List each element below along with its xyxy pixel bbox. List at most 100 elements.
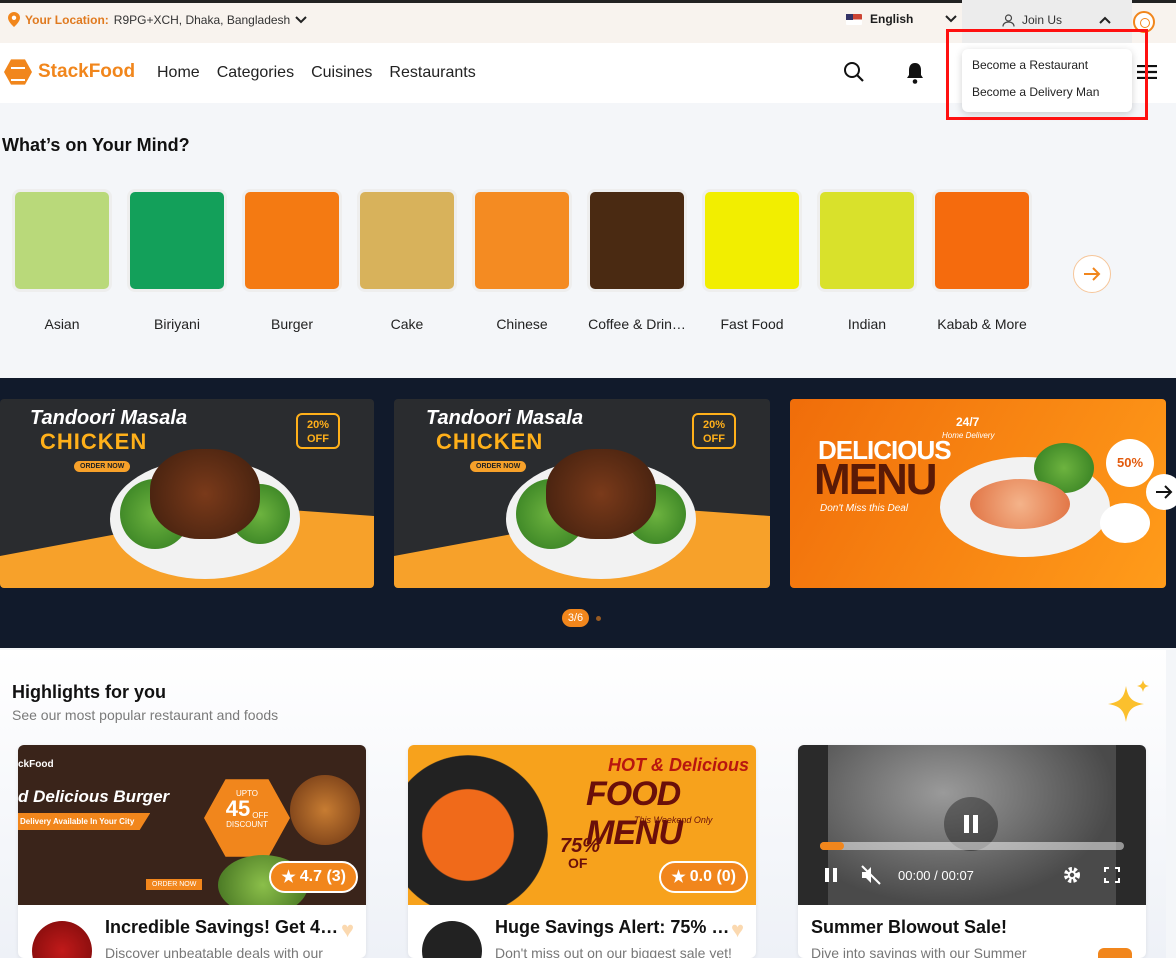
banner-tandoori-2[interactable]: Tandoori Masala CHICKEN ORDER NOW 20% OF… bbox=[394, 399, 770, 588]
card-description: Don't miss out on our biggest sale yet! bbox=[495, 945, 732, 958]
card-description: Discover unbeatable deals with our bbox=[105, 945, 323, 958]
banner-delicious-menu[interactable]: DELICIOUS MENU Don't Miss this Deal 24/7… bbox=[790, 399, 1166, 588]
category-image bbox=[242, 189, 342, 292]
category-name: Chinese bbox=[496, 316, 548, 332]
highlight-card-1[interactable]: ckFood d Delicious Burger Delivery Avail… bbox=[18, 745, 366, 958]
video-mute-button[interactable] bbox=[860, 865, 882, 890]
card-ribbon: Delivery Available In Your City bbox=[18, 813, 151, 830]
card-headline: d Delicious Burger bbox=[18, 787, 170, 806]
restaurant-avatar bbox=[422, 921, 482, 958]
category-name: Burger bbox=[270, 316, 314, 332]
banner-headline: CHICKEN bbox=[436, 429, 544, 454]
banner-headline-2: MENU bbox=[814, 455, 938, 504]
category-image bbox=[357, 189, 457, 292]
banner-badge: 50% bbox=[1106, 439, 1154, 487]
category-name: Kabab & More bbox=[937, 316, 1027, 332]
video-player[interactable]: 00:00 / 00:07 bbox=[798, 745, 1146, 905]
badge-off: OFF bbox=[252, 811, 269, 820]
rating-badge: ★ 0.0 (0) bbox=[659, 861, 748, 893]
rating-badge: ★ 4.7 (3) bbox=[269, 861, 358, 893]
rating-value: 4.7 (3) bbox=[299, 868, 346, 885]
category-cake[interactable]: Cake bbox=[357, 189, 457, 332]
categories-next-button[interactable] bbox=[1073, 255, 1111, 293]
pause-icon bbox=[825, 868, 837, 882]
highlight-card-3[interactable]: 00:00 / 00:07 Summer Blowout Sale! Dive … bbox=[798, 745, 1146, 958]
category-image bbox=[932, 189, 1032, 292]
video-fullscreen-button[interactable] bbox=[1104, 867, 1120, 888]
nav-item-cuisines[interactable]: Cuisines bbox=[311, 64, 372, 82]
brand-logo[interactable]: StackFood bbox=[4, 58, 135, 86]
card-title: Summer Blowout Sale! bbox=[811, 917, 1008, 937]
category-image bbox=[702, 189, 802, 292]
seafood-image bbox=[970, 479, 1070, 529]
card-action-button[interactable] bbox=[1098, 948, 1132, 958]
video-progress-bar[interactable] bbox=[820, 842, 1124, 850]
highlight-frame bbox=[946, 29, 1148, 120]
chicken-image bbox=[150, 449, 260, 539]
card-description: Dive into savings with our Summer bbox=[811, 945, 1027, 958]
location-pin-icon bbox=[8, 12, 20, 27]
banner-script: Tandoori Masala bbox=[30, 407, 188, 429]
banner-next-button[interactable] bbox=[1146, 474, 1176, 510]
banner-badge: 20% OFF bbox=[296, 413, 340, 449]
rating-value: 0.0 (0) bbox=[689, 868, 736, 885]
card-brand: ckFood bbox=[18, 759, 54, 770]
category-fast-food[interactable]: Fast Food bbox=[702, 189, 802, 332]
video-progress-fill bbox=[820, 842, 844, 850]
banner-tag-2: Home Delivery bbox=[942, 431, 995, 440]
sauce-bowl-image bbox=[1100, 503, 1150, 543]
highlights-subtitle: See our most popular restaurant and food… bbox=[12, 707, 279, 723]
category-asian[interactable]: Asian bbox=[12, 189, 112, 332]
chevron-up-icon bbox=[1099, 16, 1111, 24]
card-media: ckFood d Delicious Burger Delivery Avail… bbox=[18, 745, 366, 905]
card-title: Huge Savings Alert: 75% … bbox=[495, 917, 730, 937]
video-settings-button[interactable] bbox=[1062, 865, 1082, 890]
category-burger[interactable]: Burger bbox=[242, 189, 342, 332]
dish-image bbox=[408, 755, 548, 905]
user-icon bbox=[1002, 13, 1015, 27]
chicken-image bbox=[546, 449, 656, 539]
banner-script: Tandoori Masala bbox=[426, 407, 584, 429]
nav-item-categories[interactable]: Categories bbox=[217, 64, 294, 82]
banner-tandoori-1[interactable]: Tandoori Masala CHICKEN ORDER NOW 20% OF… bbox=[0, 399, 374, 588]
heart-icon[interactable]: ♥ bbox=[341, 917, 354, 943]
category-kabab-more[interactable]: Kabab & More bbox=[932, 189, 1032, 332]
nav-item-restaurants[interactable]: Restaurants bbox=[389, 64, 475, 82]
restaurant-avatar bbox=[32, 921, 92, 958]
search-icon bbox=[844, 62, 864, 82]
category-indian[interactable]: Indian bbox=[817, 189, 917, 332]
join-us-button[interactable]: Join Us bbox=[1002, 13, 1111, 27]
language-selector[interactable]: English bbox=[846, 12, 958, 26]
join-us-label: Join Us bbox=[1022, 13, 1063, 27]
nav-item-home[interactable]: Home bbox=[157, 64, 200, 82]
star-icon: ★ bbox=[281, 869, 296, 886]
banner-cta: ORDER NOW bbox=[470, 461, 527, 472]
pause-icon bbox=[964, 815, 978, 833]
highlight-card-2[interactable]: HOT & Delicious FOOD MENU This Weekend O… bbox=[408, 745, 756, 958]
category-biriyani[interactable]: Biriyani bbox=[127, 189, 227, 332]
category-chinese[interactable]: Chinese bbox=[472, 189, 572, 332]
category-coffee-drinks[interactable]: Coffee & Drin… bbox=[587, 189, 687, 332]
card-title: Incredible Savings! Get 4… bbox=[105, 917, 339, 937]
category-name: Biriyani bbox=[154, 316, 200, 332]
banner-pager-dot[interactable] bbox=[596, 616, 601, 621]
arrow-right-icon bbox=[1156, 485, 1173, 499]
volume-muted-icon bbox=[861, 865, 881, 885]
location-value: R9PG+XCH, Dhaka, Bangladesh bbox=[113, 12, 291, 27]
highlights-title: Highlights for you bbox=[12, 682, 166, 702]
search-button[interactable] bbox=[843, 61, 865, 83]
category-name: Cake bbox=[390, 316, 424, 332]
video-pause-button[interactable] bbox=[824, 867, 838, 888]
category-image bbox=[472, 189, 572, 292]
sparkle-icon bbox=[1102, 680, 1152, 731]
stackfood-logo-icon bbox=[4, 59, 32, 85]
heart-icon[interactable]: ♥ bbox=[731, 917, 744, 943]
card-script: This Weekend Only bbox=[634, 815, 713, 825]
location-label: Your Location: bbox=[25, 12, 109, 27]
category-name: Coffee & Drin… bbox=[588, 316, 686, 332]
card-media: HOT & Delicious FOOD MENU This Weekend O… bbox=[408, 745, 756, 905]
banner-cta: ORDER NOW bbox=[74, 461, 131, 472]
notification-button[interactable] bbox=[904, 61, 926, 85]
location-selector[interactable]: Your Location: R9PG+XCH, Dhaka, Banglade… bbox=[8, 12, 307, 27]
card-headline-2: FOOD MENU bbox=[586, 775, 683, 852]
